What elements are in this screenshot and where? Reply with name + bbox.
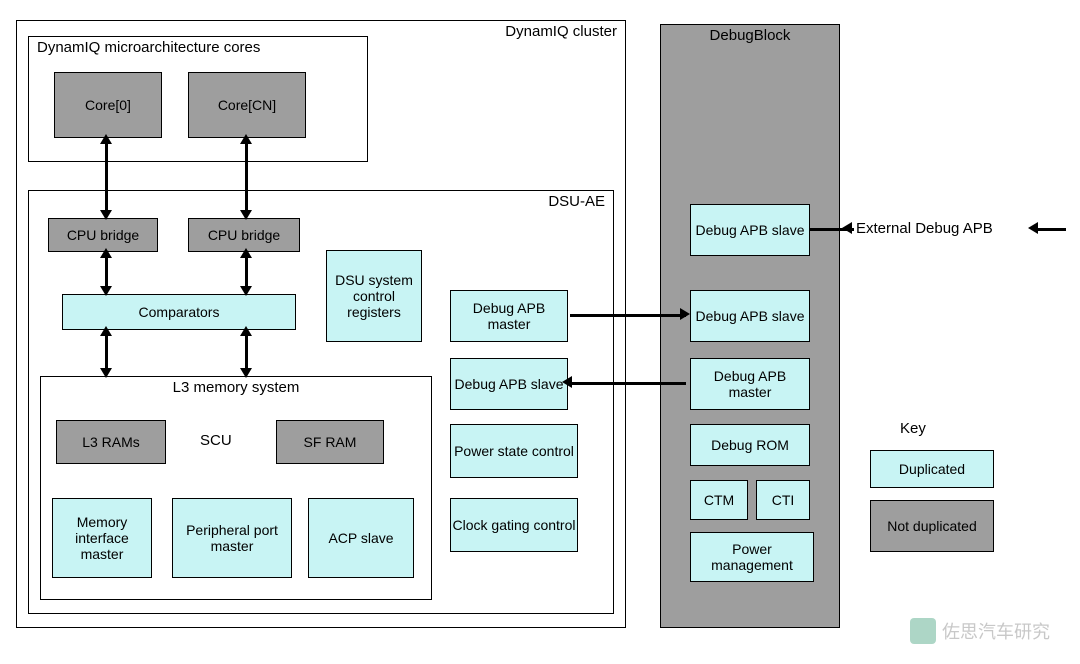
cpu-bridge-1: CPU bridge	[188, 218, 300, 252]
cti: CTI	[756, 480, 810, 520]
dsu-ae-label: DSU-AE	[548, 193, 605, 210]
l3-memory-system-label: L3 memory system	[41, 379, 431, 396]
key-not-duplicated: Not duplicated	[870, 500, 994, 552]
power-management: Power management	[690, 532, 814, 582]
clock-gating-control: Clock gating control	[450, 498, 578, 552]
watermark-icon	[910, 618, 936, 644]
arrow-external-apb-line	[1036, 228, 1066, 231]
cpu-bridge-0: CPU bridge	[48, 218, 158, 252]
arrow-external-apb-head	[1028, 222, 1038, 234]
peripheral-port-master: Peripheral port master	[172, 498, 292, 578]
core-0: Core[0]	[54, 72, 162, 138]
arrow-master-to-slave2	[570, 382, 686, 385]
watermark: 佐思汽车研究	[910, 618, 1050, 644]
arrow-external-to-slave-head	[842, 222, 852, 234]
arrow-master-to-slave	[570, 314, 686, 317]
scu-label: SCU	[200, 432, 232, 449]
core-cn: Core[CN]	[188, 72, 306, 138]
power-state-control: Power state control	[450, 424, 578, 478]
comparators: Comparators	[62, 294, 296, 330]
microarch-cores-label: DynamIQ microarchitecture cores	[37, 39, 260, 56]
dsu-debug-apb-slave: Debug APB slave	[450, 358, 568, 410]
ctm: CTM	[690, 480, 748, 520]
debugblock-debug-apb-slave-mid: Debug APB slave	[690, 290, 810, 342]
debugblock-debug-apb-master: Debug APB master	[690, 358, 810, 410]
arrow-corecn-bridge	[245, 140, 248, 216]
debug-rom: Debug ROM	[690, 424, 810, 466]
dynamiq-cluster-label: DynamIQ cluster	[505, 23, 617, 40]
key-title: Key	[900, 420, 926, 437]
memory-interface-master: Memory interface master	[52, 498, 152, 578]
arrow-core0-bridge	[105, 140, 108, 216]
key-duplicated: Duplicated	[870, 450, 994, 488]
dsu-debug-apb-master: Debug APB master	[450, 290, 568, 342]
debugblock-debug-apb-slave-top: Debug APB slave	[690, 204, 810, 256]
acp-slave: ACP slave	[308, 498, 414, 578]
external-debug-apb-label: External Debug APB	[856, 220, 993, 237]
debugblock-label: DebugBlock	[661, 27, 839, 44]
sf-ram: SF RAM	[276, 420, 384, 464]
dsu-system-control-registers: DSU system control registers	[326, 250, 422, 342]
l3-rams: L3 RAMs	[56, 420, 166, 464]
